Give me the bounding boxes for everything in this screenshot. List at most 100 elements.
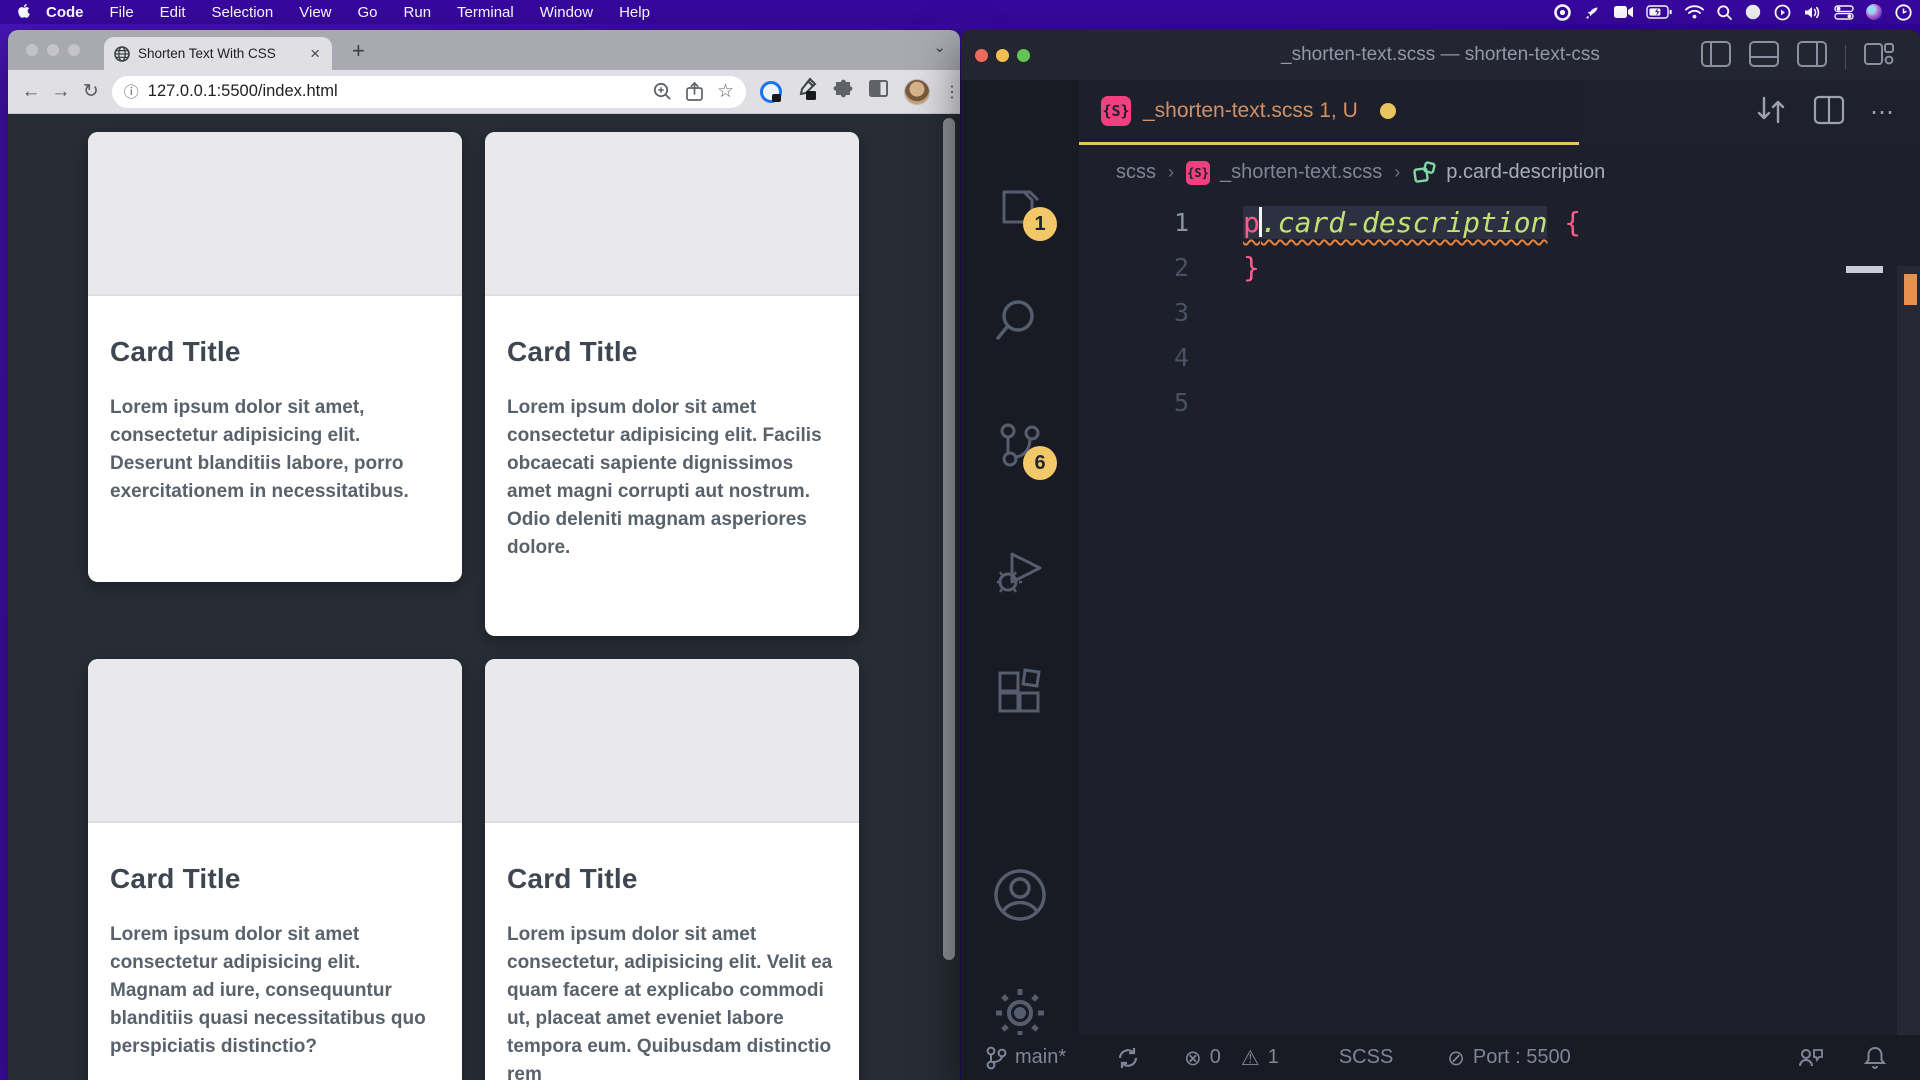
line-number: 3	[1079, 290, 1189, 335]
clock-icon[interactable]	[1895, 4, 1912, 21]
url-text[interactable]: 127.0.0.1:5500/index.html	[148, 82, 639, 101]
back-button[interactable]: ←	[16, 81, 46, 103]
profile-avatar[interactable]	[904, 79, 930, 105]
menu-item-edit[interactable]: Edit	[147, 4, 199, 21]
new-tab-button[interactable]: +	[352, 38, 365, 64]
card-image-placeholder	[485, 132, 859, 296]
menubar-status-icons	[1554, 0, 1912, 24]
breadcrumb-folder[interactable]: scss	[1116, 161, 1156, 184]
menu-item-code[interactable]: Code	[33, 4, 97, 21]
siri-icon[interactable]	[1866, 4, 1882, 20]
apple-menu-icon[interactable]	[18, 4, 33, 21]
menu-item-run[interactable]: Run	[391, 4, 445, 21]
sidebar-item-search[interactable]	[961, 275, 1079, 365]
forward-button[interactable]: →	[46, 81, 76, 103]
sass-file-icon: {S}	[1101, 96, 1131, 126]
git-branch-status[interactable]: main*	[985, 1045, 1066, 1071]
card-description: Lorem ipsum dolor sit amet consectetur a…	[507, 394, 835, 562]
open-brace-token: {	[1564, 206, 1581, 239]
editor-tab[interactable]: {S} _shorten-text.scss 1, U	[1079, 80, 1579, 145]
sidebar-item-explorer[interactable]	[961, 165, 1079, 255]
line-number: 5	[1079, 380, 1189, 425]
close-window-button[interactable]	[26, 44, 38, 56]
tab-list-chevron-icon[interactable]: ⌄	[933, 38, 946, 56]
card-description: Lorem ipsum dolor sit amet consectetur a…	[110, 921, 438, 1061]
browser-tab-title: Shorten Text With CSS	[138, 46, 308, 61]
feedback-icon[interactable]	[1798, 1046, 1824, 1070]
site-info-icon[interactable]: ⓘ	[124, 81, 139, 102]
extension-icons: ⋮	[760, 77, 960, 106]
breadcrumb-file[interactable]: _shorten-text.scss	[1220, 161, 1382, 184]
browser-toolbar: ← → ↻ ⓘ 127.0.0.1:5500/index.html ☆	[8, 70, 960, 114]
breadcrumb-symbol[interactable]: p.card-description	[1446, 161, 1605, 184]
overview-ruler-warning-mark	[1904, 274, 1917, 305]
zoom-window-button[interactable]	[1017, 49, 1030, 62]
menu-item-view[interactable]: View	[286, 4, 344, 21]
problems-status[interactable]: ⊗ 0 ⚠ 1	[1184, 1046, 1279, 1070]
rocket-icon[interactable]	[1584, 4, 1601, 21]
close-window-button[interactable]	[975, 49, 988, 62]
sidebar-item-source-control[interactable]	[961, 400, 1079, 490]
spotlight-search-icon[interactable]	[1717, 5, 1732, 20]
toggle-sidebar-icon[interactable]	[1701, 41, 1731, 72]
control-center-icon[interactable]	[1835, 5, 1853, 20]
toggle-panel-icon[interactable]	[1749, 41, 1779, 72]
sync-status[interactable]	[1116, 1046, 1140, 1070]
bookmark-star-icon[interactable]: ☆	[717, 80, 734, 103]
extensions-puzzle-icon[interactable]	[832, 78, 854, 105]
account-icon[interactable]	[961, 850, 1079, 940]
record-target-icon[interactable]	[1554, 4, 1571, 21]
menu-item-go[interactable]: Go	[345, 4, 391, 21]
web-page-content: Card Title Lorem ipsum dolor sit amet, c…	[8, 114, 960, 1080]
warnings-count: 1	[1268, 1046, 1279, 1069]
compare-changes-icon[interactable]	[1754, 92, 1788, 133]
minimize-window-button[interactable]	[47, 44, 59, 56]
card-image-placeholder	[485, 659, 859, 823]
menu-item-terminal[interactable]: Terminal	[444, 4, 527, 21]
branch-name: main*	[1015, 1046, 1066, 1069]
editor-scrollbar[interactable]	[1897, 266, 1920, 1035]
card: Card Title Lorem ipsum dolor sit amet co…	[485, 659, 859, 1080]
sidebar-item-run-debug[interactable]	[961, 525, 1079, 615]
battery-icon[interactable]	[1647, 6, 1672, 19]
sidebar-item-extensions[interactable]	[961, 650, 1079, 740]
share-icon[interactable]	[686, 82, 703, 101]
volume-icon[interactable]	[1804, 5, 1822, 20]
more-actions-icon[interactable]: ⋯	[1870, 98, 1896, 127]
browser-tab[interactable]: Shorten Text With CSS ×	[104, 37, 332, 70]
split-editor-icon[interactable]	[1814, 96, 1844, 129]
chrome-menu-icon[interactable]: ⋮	[944, 82, 960, 102]
unsaved-dot-icon[interactable]	[1380, 103, 1396, 119]
circle-icon[interactable]	[1745, 4, 1761, 20]
notifications-bell-icon[interactable]	[1864, 1046, 1886, 1070]
titlebar-divider	[1845, 45, 1846, 69]
vscode-window: _shorten-text.scss — shorten-text-css 1	[961, 30, 1920, 1080]
live-server-port[interactable]: ⊘ Port : 5500	[1447, 1046, 1570, 1070]
globe-favicon-icon	[114, 46, 130, 62]
browser-tab-strip: Shorten Text With CSS × + ⌄	[8, 30, 960, 70]
menu-item-selection[interactable]: Selection	[199, 4, 287, 21]
zoom-page-icon[interactable]	[653, 82, 672, 101]
wifi-icon[interactable]	[1685, 5, 1704, 19]
menu-item-window[interactable]: Window	[527, 4, 606, 21]
tab-close-icon[interactable]: ×	[308, 44, 322, 64]
code-editor[interactable]: 1 2 3 4 5 p.card-description { }	[1079, 200, 1920, 1035]
menu-item-help[interactable]: Help	[606, 4, 663, 21]
colorzilla-extension-icon[interactable]	[760, 81, 782, 103]
side-panel-icon[interactable]	[868, 79, 890, 104]
eyedropper-extension-icon[interactable]	[796, 77, 818, 106]
play-circle-icon[interactable]	[1774, 4, 1791, 21]
browser-scrollbar-thumb[interactable]	[943, 118, 955, 960]
toggle-secondary-sidebar-icon[interactable]	[1797, 41, 1827, 72]
reload-button[interactable]: ↻	[76, 80, 106, 103]
zoom-window-button[interactable]	[68, 44, 80, 56]
camera-icon[interactable]	[1614, 5, 1634, 19]
card-title: Card Title	[110, 863, 438, 895]
address-bar[interactable]: ⓘ 127.0.0.1:5500/index.html ☆	[112, 76, 746, 108]
tab-file-name: _shorten-text.scss 1, U	[1143, 99, 1358, 123]
customize-layout-icon[interactable]	[1864, 41, 1894, 72]
language-mode[interactable]: SCSS	[1339, 1046, 1393, 1069]
minimize-window-button[interactable]	[996, 49, 1009, 62]
symbol-class-icon	[1412, 160, 1438, 186]
menu-item-file[interactable]: File	[97, 4, 147, 21]
